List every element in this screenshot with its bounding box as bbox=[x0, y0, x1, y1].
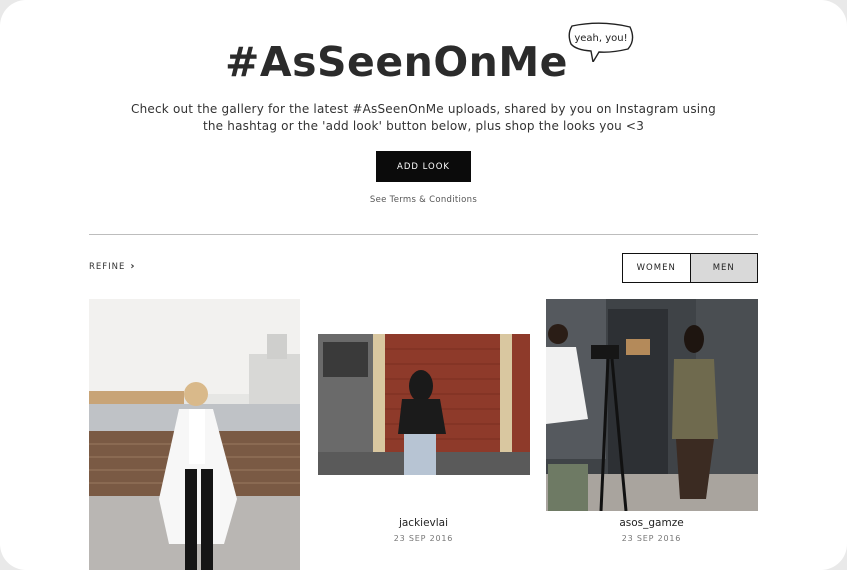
page-title: #AsSeenOnMe bbox=[225, 38, 568, 86]
gallery-photo-2[interactable] bbox=[318, 334, 530, 475]
gallery-date: 23 SEP 2016 bbox=[393, 534, 454, 543]
gallery-date: 23 SEP 2016 bbox=[621, 534, 682, 543]
photo-image bbox=[546, 299, 758, 511]
page-card: #AsSeenOnMe yeah, you! Check out the gal… bbox=[0, 0, 847, 570]
chevron-right-icon: › bbox=[130, 261, 136, 272]
terms-link[interactable]: See Terms & Conditions bbox=[0, 195, 847, 205]
gallery-username[interactable]: asos_gamze bbox=[546, 517, 757, 529]
divider bbox=[89, 234, 758, 235]
gender-toggle: WOMEN MEN bbox=[622, 253, 758, 283]
photo-image bbox=[318, 334, 530, 475]
gallery-photo-3[interactable] bbox=[546, 299, 758, 511]
refine-label: REFINE bbox=[89, 261, 126, 272]
toggle-women[interactable]: WOMEN bbox=[623, 254, 691, 282]
gallery-photo-1[interactable] bbox=[89, 299, 300, 570]
refine-button[interactable]: REFINE › bbox=[89, 261, 136, 272]
speech-bubble-text: yeah, you! bbox=[574, 33, 628, 44]
photo-image bbox=[89, 299, 300, 570]
gallery-username[interactable]: jackievlai bbox=[318, 517, 529, 529]
intro-text: Check out the gallery for the latest #As… bbox=[131, 102, 716, 133]
toggle-men[interactable]: MEN bbox=[690, 254, 757, 282]
add-look-button[interactable]: ADD LOOK bbox=[376, 151, 471, 182]
